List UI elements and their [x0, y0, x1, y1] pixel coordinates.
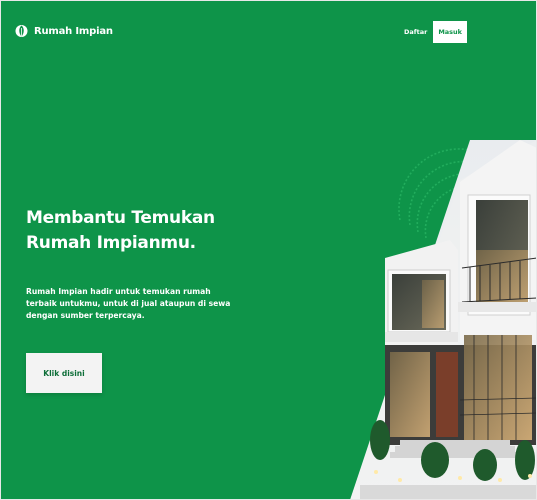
leaf-logo-icon	[15, 25, 28, 37]
cta-button[interactable]: Klik disini	[26, 353, 102, 393]
hero-description: Rumah Impian hadir untuk temukan rumah t…	[26, 287, 231, 321]
hero-headline: Membantu Temukan Rumah Impianmu.	[26, 206, 215, 256]
hero-headline-line1: Membantu Temukan	[26, 208, 215, 228]
login-button[interactable]: Masuk	[433, 21, 467, 43]
register-link[interactable]: Daftar	[398, 22, 433, 42]
modern-house-image	[350, 140, 537, 500]
top-nav: Daftar Masuk	[398, 21, 467, 43]
hero-headline-line2: Rumah Impianmu.	[26, 233, 196, 253]
brand[interactable]: Rumah Impian	[15, 22, 113, 40]
landing-page: Rumah Impian Daftar Masuk Membantu Temuk…	[0, 0, 537, 500]
brand-name: Rumah Impian	[34, 25, 113, 37]
